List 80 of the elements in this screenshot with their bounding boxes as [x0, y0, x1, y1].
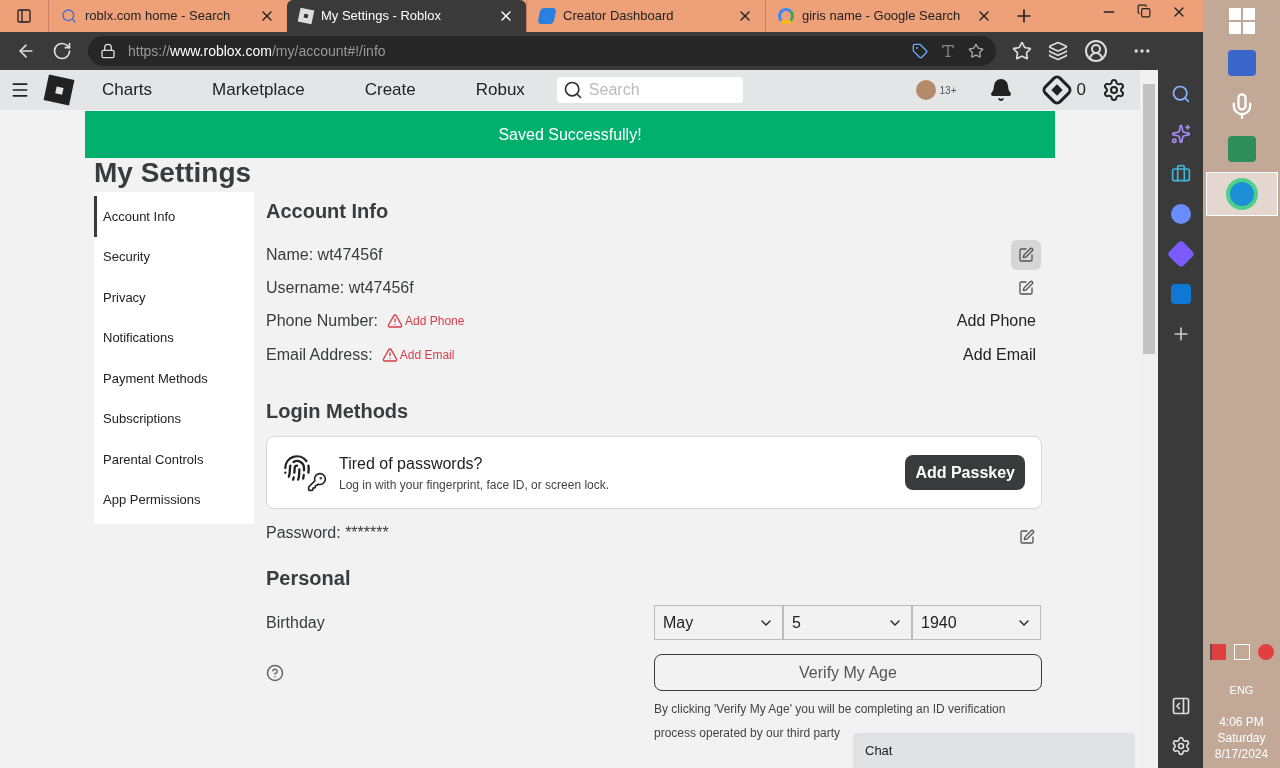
- nav-link[interactable]: Charts: [102, 77, 153, 103]
- edit-icon: [1019, 529, 1035, 545]
- field-label: Name: wt47456f: [266, 244, 383, 265]
- field-label: Username: wt47456f: [266, 277, 414, 298]
- restore-icon[interactable]: [1137, 4, 1151, 18]
- studio-logo-icon: [537, 8, 557, 24]
- field-label: Email Address:: [266, 345, 373, 365]
- tab-actions-icon[interactable]: [16, 8, 32, 24]
- favorite-icon[interactable]: [968, 43, 984, 59]
- verify-age-button[interactable]: Verify My Age: [654, 654, 1042, 691]
- edit-icon: [1018, 246, 1034, 263]
- address-field[interactable]: https://www.roblox.com/my/account#!/info: [88, 36, 996, 66]
- chat-panel[interactable]: Chat: [853, 733, 1135, 768]
- birthday-select[interactable]: 5: [783, 605, 912, 640]
- roblox-logo-icon[interactable]: [43, 74, 75, 106]
- disclaimer-text: process operated by our third party: [654, 725, 841, 742]
- search-field[interactable]: Search: [556, 77, 743, 103]
- fingerprint-key-icon: [283, 453, 327, 492]
- panel-icon[interactable]: [1170, 696, 1191, 716]
- section-title: Account Info: [266, 199, 390, 224]
- menu-icon[interactable]: [10, 80, 30, 100]
- profile-icon[interactable]: [1084, 39, 1108, 63]
- success-banner: Saved Successfully!: [85, 111, 1055, 158]
- windows-start-icon[interactable]: [1228, 8, 1255, 34]
- warning-icon: [387, 313, 404, 329]
- sparkle-icon[interactable]: [1170, 124, 1191, 144]
- read-aloud-icon[interactable]: [940, 43, 956, 59]
- clock-day: Saturday: [1217, 730, 1266, 746]
- robux-count: 0: [1076, 79, 1086, 102]
- sidebar-item[interactable]: Security: [94, 236, 254, 277]
- password-label: Password: *******: [266, 523, 389, 543]
- birthday-select[interactable]: May: [654, 605, 783, 640]
- notifications-icon[interactable]: [988, 78, 1013, 102]
- nav-link[interactable]: Marketplace: [212, 77, 305, 103]
- search-icon: [562, 80, 583, 100]
- lock-icon: [100, 43, 116, 59]
- card-title: Tired of passwords?: [339, 453, 484, 474]
- field-label: Phone Number:: [266, 311, 379, 331]
- warning-icon: [381, 347, 398, 363]
- browser-tab[interactable]: My Settings - Roblox: [287, 0, 526, 32]
- briefcase-icon[interactable]: [1170, 164, 1191, 184]
- disclaimer-text: By clicking 'Verify My Age' you will be completing an ID verification: [654, 701, 1006, 718]
- sidebar-item[interactable]: Parental Controls: [94, 439, 254, 480]
- sidebar-item[interactable]: Payment Methods: [94, 358, 254, 399]
- settings-icon[interactable]: [1102, 78, 1126, 102]
- search-icon[interactable]: [1170, 84, 1191, 104]
- collections-icon[interactable]: [1048, 41, 1068, 61]
- clock-date: 8/17/2024: [1214, 746, 1269, 762]
- help-icon[interactable]: [266, 663, 284, 682]
- birthday-label: Birthday: [266, 612, 326, 633]
- sidebar-item[interactable]: Account Info: [94, 196, 254, 237]
- sidebar-item[interactable]: Subscriptions: [94, 398, 254, 439]
- action-link[interactable]: Add Phone: [956, 309, 1036, 333]
- nav-link[interactable]: Create: [364, 77, 416, 103]
- add-passkey-button[interactable]: Add Passkey: [905, 455, 1025, 490]
- warning-link[interactable]: Add Email: [399, 346, 455, 364]
- search-icon: [61, 8, 77, 24]
- birthday-select[interactable]: 1940: [912, 605, 1041, 640]
- section-title: Login Methods: [266, 399, 410, 424]
- taskbar-button[interactable]: [1205, 172, 1278, 216]
- sidebar-item[interactable]: App Permissions: [94, 479, 254, 520]
- google-logo-icon: [778, 8, 794, 24]
- tag-icon[interactable]: [912, 43, 928, 59]
- edit-icon: [1018, 279, 1034, 296]
- scrollbar[interactable]: [1140, 70, 1158, 768]
- sidebar-item[interactable]: Notifications: [94, 317, 254, 358]
- settings-icon[interactable]: [1170, 736, 1191, 756]
- clock-time: 4:06 PM: [1219, 714, 1264, 730]
- reload-icon[interactable]: [52, 41, 72, 61]
- warning-link[interactable]: Add Phone: [405, 312, 465, 330]
- edit-button[interactable]: [1011, 239, 1041, 270]
- nav-link[interactable]: Robux: [475, 77, 525, 103]
- action-link[interactable]: Add Email: [963, 343, 1036, 367]
- section-title: Personal: [266, 566, 352, 591]
- favorites-icon[interactable]: [1012, 41, 1032, 61]
- sidebar-item[interactable]: Privacy: [94, 277, 254, 318]
- page-title: My Settings: [94, 158, 252, 188]
- card-text: Log in with your fingerprint, face ID, or screen lock.: [339, 476, 610, 494]
- age-label: 13+: [939, 83, 957, 98]
- roblox-logo-icon: [297, 7, 315, 25]
